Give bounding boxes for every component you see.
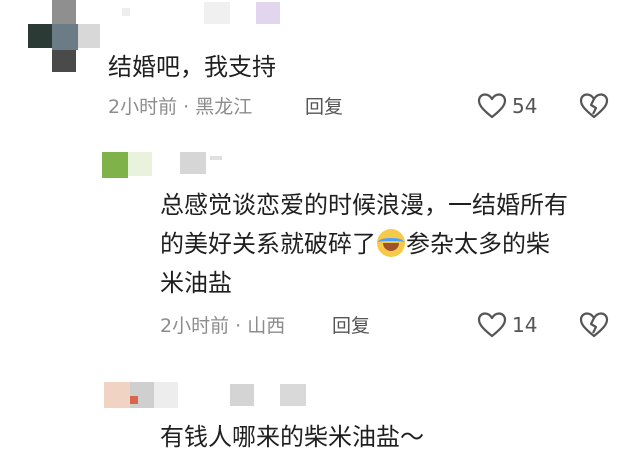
dislike-button[interactable]	[578, 309, 610, 341]
comment-text-segment: 的美好关系就破碎了	[160, 230, 376, 258]
heart-icon	[477, 312, 507, 338]
reply-button[interactable]: 回复	[305, 95, 343, 119]
heart-icon	[477, 93, 507, 119]
like-count: 14	[512, 313, 538, 337]
broken-heart-icon	[579, 312, 609, 338]
comment-text: 结婚吧，我支持	[108, 53, 276, 81]
comment-text: 有钱人哪来的柴米油盐～	[160, 423, 424, 451]
comment-text-segment: 参杂太多的柴	[406, 230, 550, 258]
comment-time-location: 2小时前 · 山西	[160, 315, 286, 337]
like-count: 54	[512, 94, 538, 118]
crying-laughing-emoji-icon	[377, 229, 405, 257]
like-button[interactable]	[476, 309, 508, 341]
reply-button[interactable]: 回复	[332, 314, 370, 338]
broken-heart-icon	[579, 93, 609, 119]
dislike-button[interactable]	[578, 90, 610, 122]
like-button[interactable]	[476, 90, 508, 122]
comment-time-location: 2小时前 · 黑龙江	[108, 96, 253, 118]
